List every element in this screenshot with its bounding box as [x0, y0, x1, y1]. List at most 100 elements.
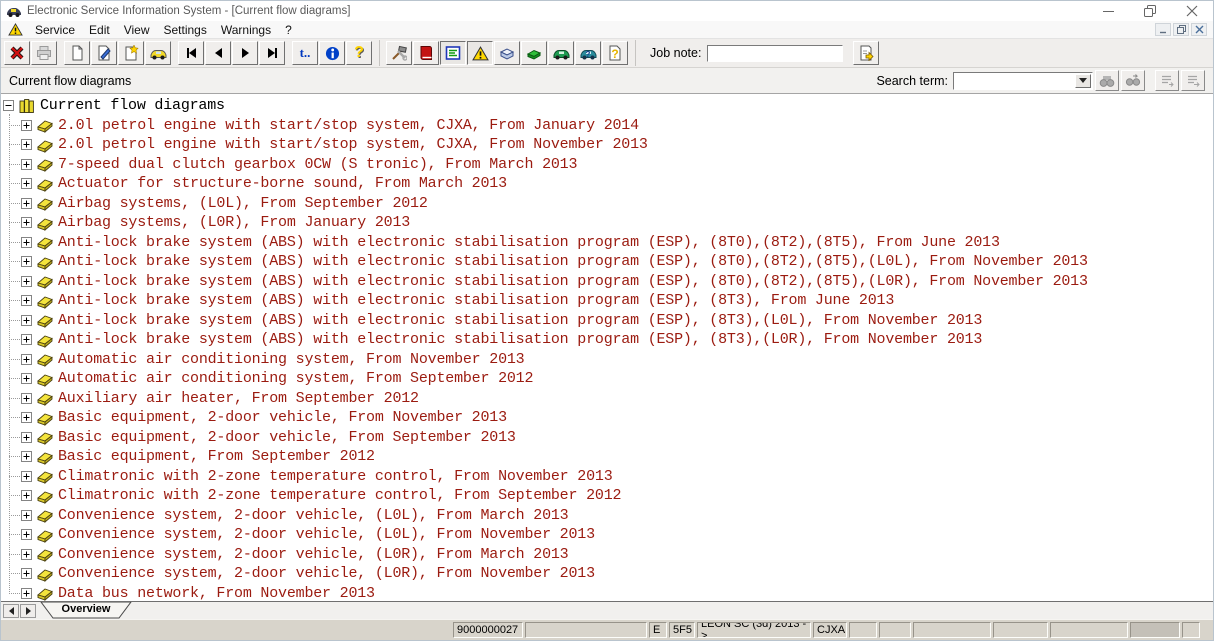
copy-to-list-button[interactable] [1155, 70, 1179, 91]
menu-item-help[interactable]: ? [278, 23, 299, 37]
expand-plus-box[interactable] [21, 120, 32, 131]
tree-item[interactable]: Airbag systems, (L0R), From January 2013 [1, 213, 1213, 233]
nav-first-button[interactable] [178, 41, 204, 65]
menu-item-warnings[interactable]: Warnings [214, 23, 278, 37]
expand-plus-box[interactable] [21, 237, 32, 248]
tree-item[interactable]: Auxiliary air heater, From September 201… [1, 389, 1213, 409]
expand-plus-box[interactable] [21, 393, 32, 404]
tree-item[interactable]: Convenience system, 2-door vehicle, (L0R… [1, 564, 1213, 584]
manuals-button[interactable] [413, 41, 439, 65]
tree-item[interactable]: Anti-lock brake system (ABS) with electr… [1, 272, 1213, 292]
expand-plus-box[interactable] [21, 529, 32, 540]
expand-plus-box[interactable] [21, 412, 32, 423]
screen-list-button[interactable] [440, 41, 466, 65]
collapse-minus-box[interactable] [3, 100, 14, 111]
tree-item[interactable]: Airbag systems, (L0L), From September 20… [1, 194, 1213, 214]
expand-plus-box[interactable] [21, 159, 32, 170]
expand-plus-box[interactable] [21, 276, 32, 287]
new-document-button[interactable] [64, 41, 90, 65]
tree-item[interactable]: Automatic air conditioning system, From … [1, 350, 1213, 370]
minimize-button[interactable] [1087, 1, 1129, 21]
document-question-button[interactable]: ? [602, 41, 628, 65]
tab-scroll-left-button[interactable] [3, 604, 19, 618]
menu-item-view[interactable]: View [117, 23, 157, 37]
mdi-minimize-button[interactable] [1155, 23, 1171, 36]
expand-plus-box[interactable] [21, 549, 32, 560]
expand-plus-box[interactable] [21, 256, 32, 267]
tree-item[interactable]: 7-speed dual clutch gearbox 0CW (S troni… [1, 155, 1213, 175]
expand-plus-box[interactable] [21, 588, 32, 599]
close-button[interactable] [1171, 1, 1213, 21]
tree-item[interactable]: Climatronic with 2-zone temperature cont… [1, 467, 1213, 487]
tree-item[interactable]: Basic equipment, From September 2012 [1, 447, 1213, 467]
green-book-button[interactable] [521, 41, 547, 65]
tree-item[interactable]: Data bus network, From November 2013 [1, 584, 1213, 602]
mdi-close-button[interactable] [1191, 23, 1207, 36]
expand-plus-box[interactable] [21, 178, 32, 189]
tree-item[interactable]: Actuator for structure-borne sound, From… [1, 174, 1213, 194]
tab-overview[interactable]: Overview [40, 602, 132, 619]
tree-item[interactable]: Anti-lock brake system (ABS) with electr… [1, 233, 1213, 253]
tree-item[interactable]: Anti-lock brake system (ABS) with electr… [1, 291, 1213, 311]
search-button[interactable] [1095, 70, 1119, 91]
tree-item[interactable]: Anti-lock brake system (ABS) with electr… [1, 330, 1213, 350]
nav-prev-button[interactable] [205, 41, 231, 65]
tree-item[interactable]: Climatronic with 2-zone temperature cont… [1, 486, 1213, 506]
nav-last-button[interactable] [259, 41, 285, 65]
append-to-list-button[interactable] [1181, 70, 1205, 91]
tree-item[interactable]: 2.0l petrol engine with start/stop syste… [1, 135, 1213, 155]
mdi-restore-button[interactable] [1173, 23, 1189, 36]
expand-plus-box[interactable] [21, 217, 32, 228]
transfer-button[interactable]: t.. [292, 41, 318, 65]
expand-plus-box[interactable] [21, 568, 32, 579]
tree-item[interactable]: Convenience system, 2-door vehicle, (L0L… [1, 525, 1213, 545]
expand-plus-box[interactable] [21, 373, 32, 384]
info-button[interactable] [319, 41, 345, 65]
tree-item[interactable]: 2.0l petrol engine with start/stop syste… [1, 116, 1213, 136]
tree-item[interactable]: Basic equipment, 2-door vehicle, From No… [1, 408, 1213, 428]
job-note-input[interactable] [707, 45, 843, 62]
green-vehicle-button[interactable] [548, 41, 574, 65]
tree-root[interactable]: Current flow diagrams [1, 96, 1213, 116]
expand-plus-box[interactable] [21, 198, 32, 209]
tree-item[interactable]: Automatic air conditioning system, From … [1, 369, 1213, 389]
tree-item[interactable]: Convenience system, 2-door vehicle, (L0R… [1, 545, 1213, 565]
print-button[interactable] [31, 41, 57, 65]
vehicle-button[interactable] [145, 41, 171, 65]
menu-item-edit[interactable]: Edit [82, 23, 117, 37]
new-note-button[interactable] [118, 41, 144, 65]
expand-plus-box[interactable] [21, 432, 32, 443]
expand-plus-box[interactable] [21, 354, 32, 365]
expand-plus-box[interactable] [21, 334, 32, 345]
vehicle-data-button[interactable]: ? [575, 41, 601, 65]
exit-button[interactable] [4, 41, 30, 65]
warnings-button[interactable] [467, 41, 493, 65]
properties-button[interactable] [853, 41, 879, 65]
combobox-dropdown-button[interactable] [1075, 74, 1091, 88]
help-button[interactable]: ? [346, 41, 372, 65]
tree-item[interactable]: Basic equipment, 2-door vehicle, From Se… [1, 428, 1213, 448]
expand-plus-box[interactable] [21, 295, 32, 306]
tree-item-label: 2.0l petrol engine with start/stop syste… [58, 136, 648, 153]
tree-item[interactable]: Convenience system, 2-door vehicle, (L0L… [1, 506, 1213, 526]
expand-plus-box[interactable] [21, 139, 32, 150]
expand-plus-box[interactable] [21, 490, 32, 501]
expand-plus-box[interactable] [21, 471, 32, 482]
menu-item-service[interactable]: Service [28, 23, 82, 37]
tab-scroll-right-button[interactable] [20, 604, 36, 618]
parts-box-button[interactable] [494, 41, 520, 65]
edit-document-button[interactable] [91, 41, 117, 65]
tree-item-label: 7-speed dual clutch gearbox 0CW (S troni… [58, 156, 577, 173]
search-term-combobox[interactable] [953, 72, 1093, 90]
tools-button[interactable] [386, 41, 412, 65]
restore-button[interactable] [1129, 1, 1171, 21]
nav-next-button[interactable] [232, 41, 258, 65]
expand-plus-box[interactable] [21, 315, 32, 326]
list-insert-icon [1160, 74, 1175, 87]
tree-item[interactable]: Anti-lock brake system (ABS) with electr… [1, 252, 1213, 272]
expand-plus-box[interactable] [21, 451, 32, 462]
expand-plus-box[interactable] [21, 510, 32, 521]
tree-item[interactable]: Anti-lock brake system (ABS) with electr… [1, 311, 1213, 331]
search-next-button[interactable] [1121, 70, 1145, 91]
menu-item-settings[interactable]: Settings [157, 23, 214, 37]
